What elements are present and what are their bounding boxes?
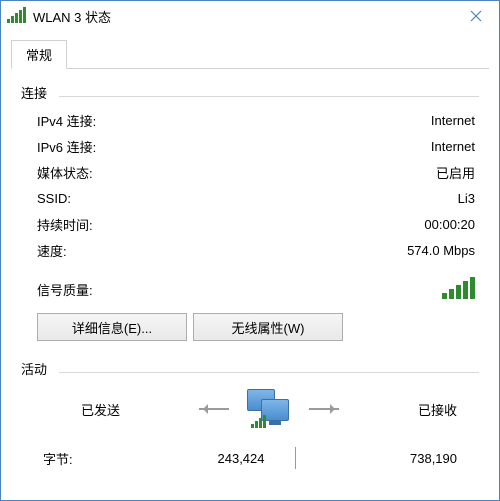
details-button[interactable]: 详细信息(E)...: [37, 313, 187, 341]
signal-label: 信号质量:: [37, 280, 93, 299]
row-ipv6: IPv6 连接: Internet: [37, 133, 475, 159]
media-label: 媒体状态:: [37, 163, 93, 182]
ssid-value: Li3: [458, 191, 475, 206]
sent-label: 已发送: [81, 400, 120, 419]
bytes-label: 字节:: [43, 449, 103, 468]
wifi-icon: [7, 9, 27, 23]
received-label: 已接收: [418, 400, 457, 419]
duration-value: 00:00:20: [424, 217, 475, 232]
wireless-properties-button[interactable]: 无线属性(W): [193, 313, 343, 341]
close-icon: [470, 10, 482, 22]
row-duration: 持续时间: 00:00:20: [37, 211, 475, 237]
ipv6-value: Internet: [431, 139, 475, 154]
client-area: 常规 连接 IPv4 连接: Internet IPv6 连接: Interne…: [1, 31, 499, 500]
activity-graphic: [199, 389, 339, 429]
row-ssid: SSID: Li3: [37, 185, 475, 211]
activity-section: 活动 已发送 已接收 字节: 243: [21, 359, 479, 469]
duration-label: 持续时间:: [37, 215, 93, 234]
activity-section-label: 活动: [21, 359, 479, 378]
ipv4-label: IPv4 连接:: [37, 111, 96, 130]
ssid-label: SSID:: [37, 191, 71, 206]
arrow-left-icon: [199, 408, 229, 410]
monitor-icon: [247, 389, 291, 429]
row-media: 媒体状态: 已启用: [37, 159, 475, 185]
panel-general: 连接 IPv4 连接: Internet IPv6 连接: Internet 媒…: [11, 69, 489, 469]
signal-bars-icon: [440, 277, 475, 299]
divider: [59, 96, 479, 97]
divider: [59, 372, 479, 373]
connection-rows: IPv4 连接: Internet IPv6 连接: Internet 媒体状态…: [21, 107, 479, 263]
speed-label: 速度:: [37, 241, 67, 260]
ipv6-label: IPv6 连接:: [37, 137, 96, 156]
connection-buttons: 详细信息(E)... 无线属性(W): [21, 299, 479, 355]
speed-value: 574.0 Mbps: [407, 243, 475, 258]
row-ipv4: IPv4 连接: Internet: [37, 107, 475, 133]
connection-section-label: 连接: [21, 83, 479, 102]
wlan-status-window: WLAN 3 状态 常规 连接 IPv4 连接: Internet IPv6 连…: [0, 0, 500, 501]
tab-strip: 常规: [11, 39, 489, 69]
bytes-row: 字节: 243,424 738,190: [21, 429, 479, 469]
arrow-right-icon: [309, 408, 339, 410]
row-speed: 速度: 574.0 Mbps: [37, 237, 475, 263]
close-button[interactable]: [453, 1, 499, 31]
row-signal: 信号质量:: [21, 263, 479, 299]
tab-general[interactable]: 常规: [11, 40, 67, 69]
bytes-received-value: 738,190: [296, 451, 458, 466]
media-value: 已启用: [436, 163, 475, 182]
bytes-sent-value: 243,424: [103, 451, 295, 466]
ipv4-value: Internet: [431, 113, 475, 128]
titlebar[interactable]: WLAN 3 状态: [1, 1, 499, 31]
window-title: WLAN 3 状态: [33, 7, 111, 26]
activity-header: 已发送 已接收: [21, 379, 479, 429]
